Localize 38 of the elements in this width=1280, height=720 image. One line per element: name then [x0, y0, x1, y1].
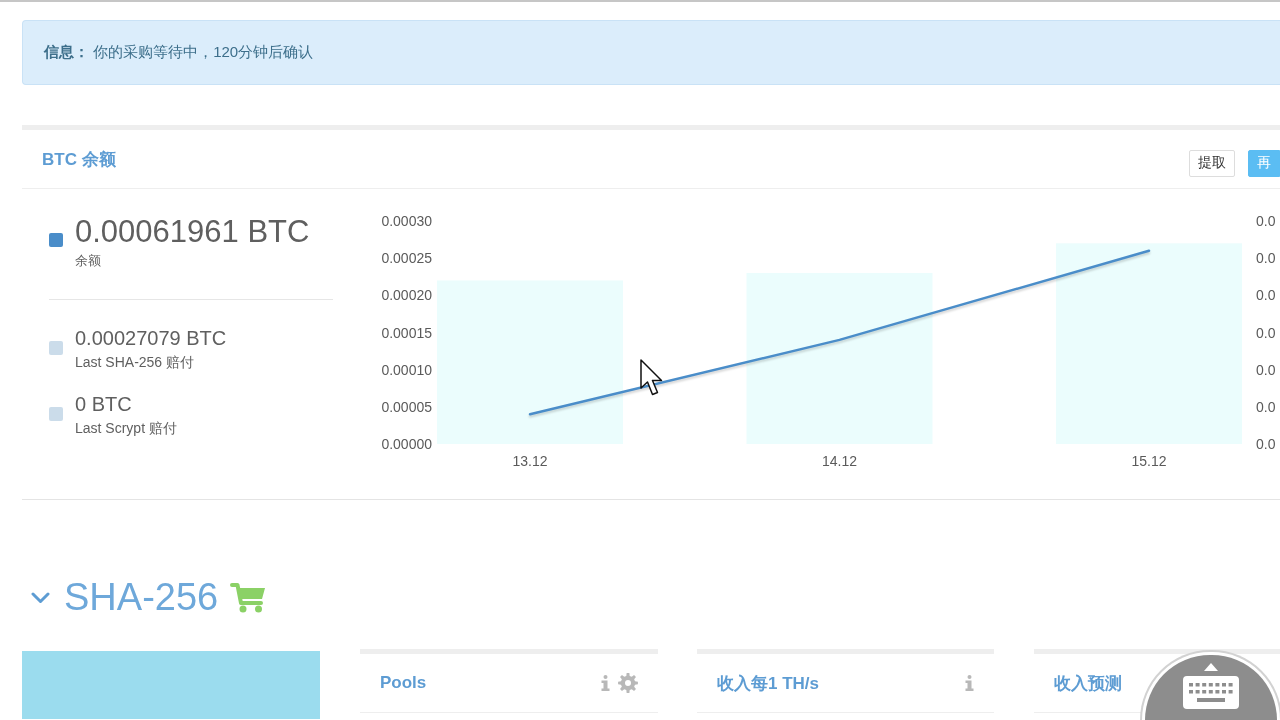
y-axis-label: 0.0 — [1256, 398, 1276, 415]
card-title: Pools — [380, 673, 427, 693]
settings-icon[interactable] — [618, 673, 638, 693]
keyboard-button[interactable] — [1142, 652, 1280, 720]
keyboard-icon — [1183, 676, 1239, 709]
y-axis-label: 0.00025 — [381, 250, 432, 267]
balance-amount: 0.00027079 BTC — [75, 326, 227, 350]
y-axis-label: 0.0 — [1256, 250, 1276, 267]
card-title: 收入预测 — [1054, 672, 1122, 695]
y-axis-label: 0.0 — [1256, 436, 1276, 452]
withdraw-button[interactable]: 提取 — [1189, 149, 1235, 177]
y-axis-label: 0.00030 — [381, 213, 432, 229]
amount-caption: 余额 — [75, 252, 102, 270]
y-axis-label: 0.0 — [1256, 287, 1276, 304]
mouse-pointer-icon — [640, 359, 663, 396]
y-axis-label: 0.00020 — [381, 287, 432, 304]
y-axis-label: 0.0 — [1256, 213, 1276, 229]
shopping-cart-icon[interactable] — [230, 581, 267, 613]
y-axis-label: 0.00005 — [381, 398, 432, 415]
y-axis-label: 0.0 — [1256, 361, 1276, 378]
card-title: 收入每1 TH/s — [717, 672, 820, 695]
amount-caption: Last SHA-256 赔付 — [75, 353, 196, 371]
caret-icon — [1204, 663, 1218, 671]
x-axis-label: 14.12 — [822, 453, 857, 469]
y-axis-label: 0.00015 — [381, 324, 432, 341]
balance-amount: 0.00061961 BTC — [75, 214, 310, 250]
amount-caption: Last Scrypt 赔付 — [75, 419, 177, 437]
info-icon[interactable] — [965, 675, 974, 691]
alert-message: 信息： 你的采购等待中，120分钟后确认 — [44, 43, 314, 62]
x-axis-label: 15.12 — [1131, 453, 1167, 469]
y-axis-label: 0.00000 — [381, 436, 432, 452]
info-icon[interactable] — [601, 675, 610, 691]
y-axis-label: 0.00010 — [381, 361, 432, 378]
y-axis-label: 0.0 — [1256, 324, 1276, 341]
balance-amount: 0 BTC — [75, 392, 133, 416]
section-title: SHA-256 — [64, 575, 219, 619]
x-axis-label: 13.12 — [512, 453, 548, 469]
panel-title: BTC 余额 — [42, 148, 116, 171]
